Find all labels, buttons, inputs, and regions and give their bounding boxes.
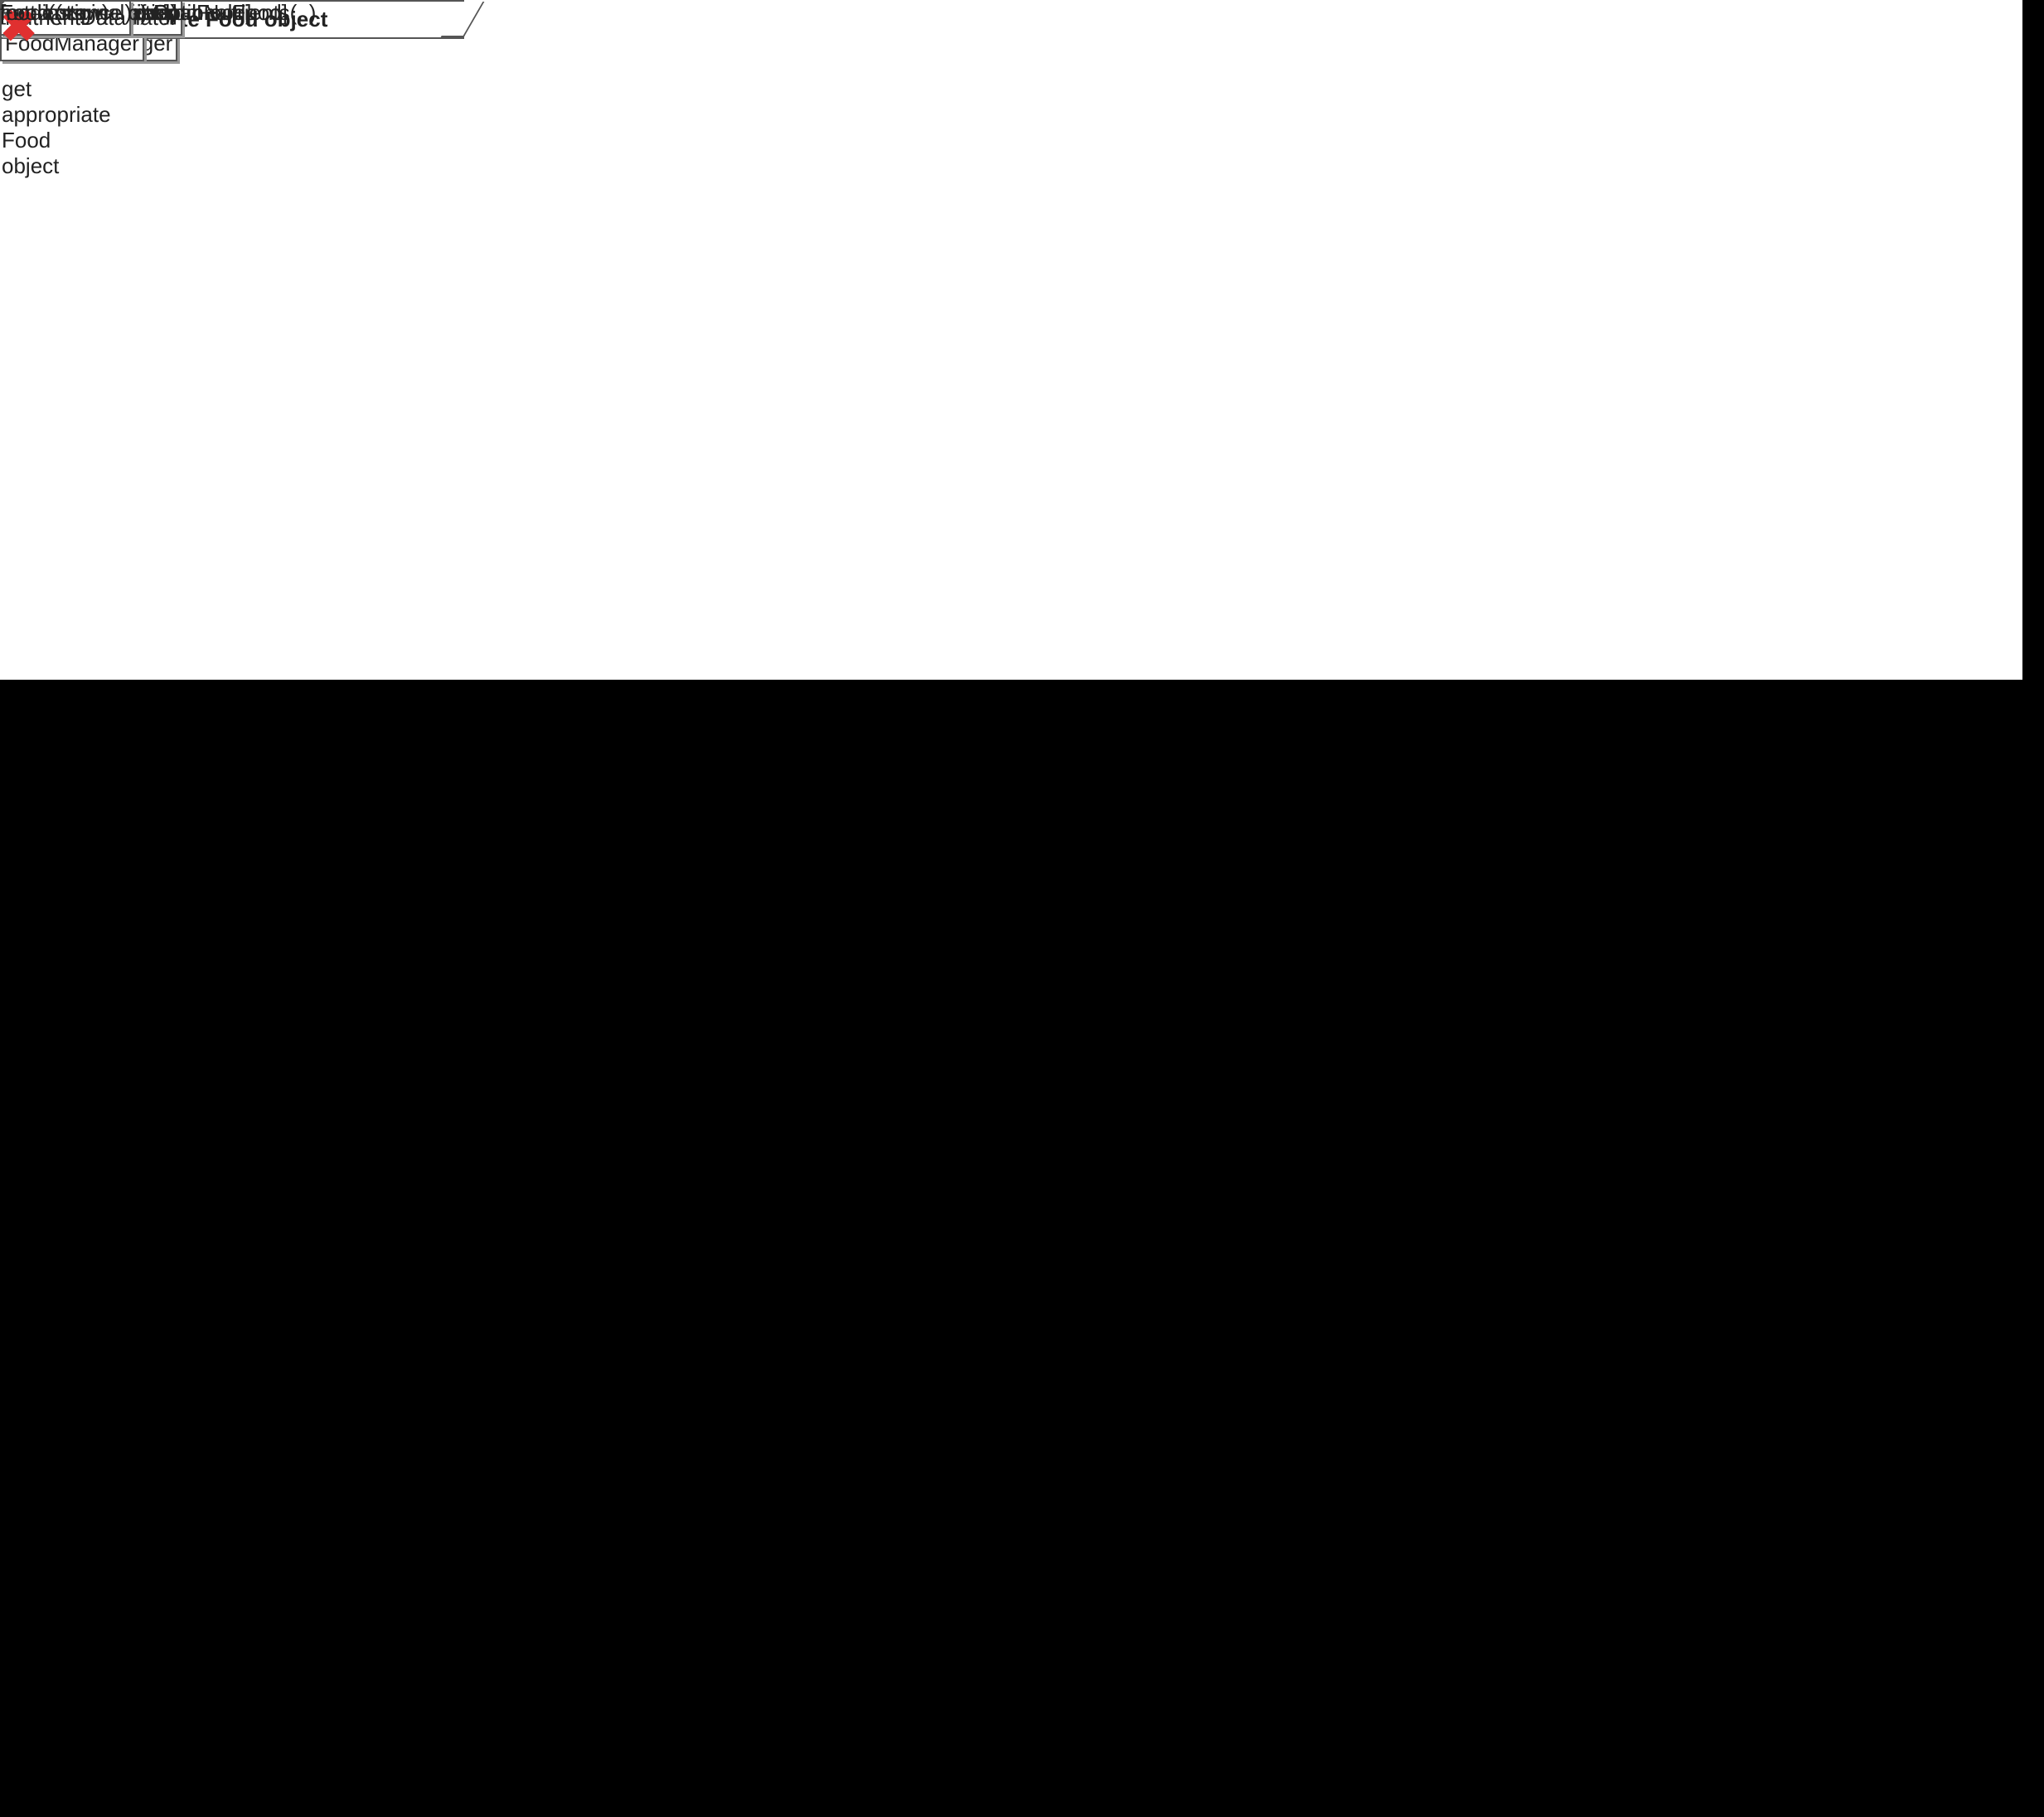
msg-foodorig-label: food (original) (0, 0, 132, 26)
